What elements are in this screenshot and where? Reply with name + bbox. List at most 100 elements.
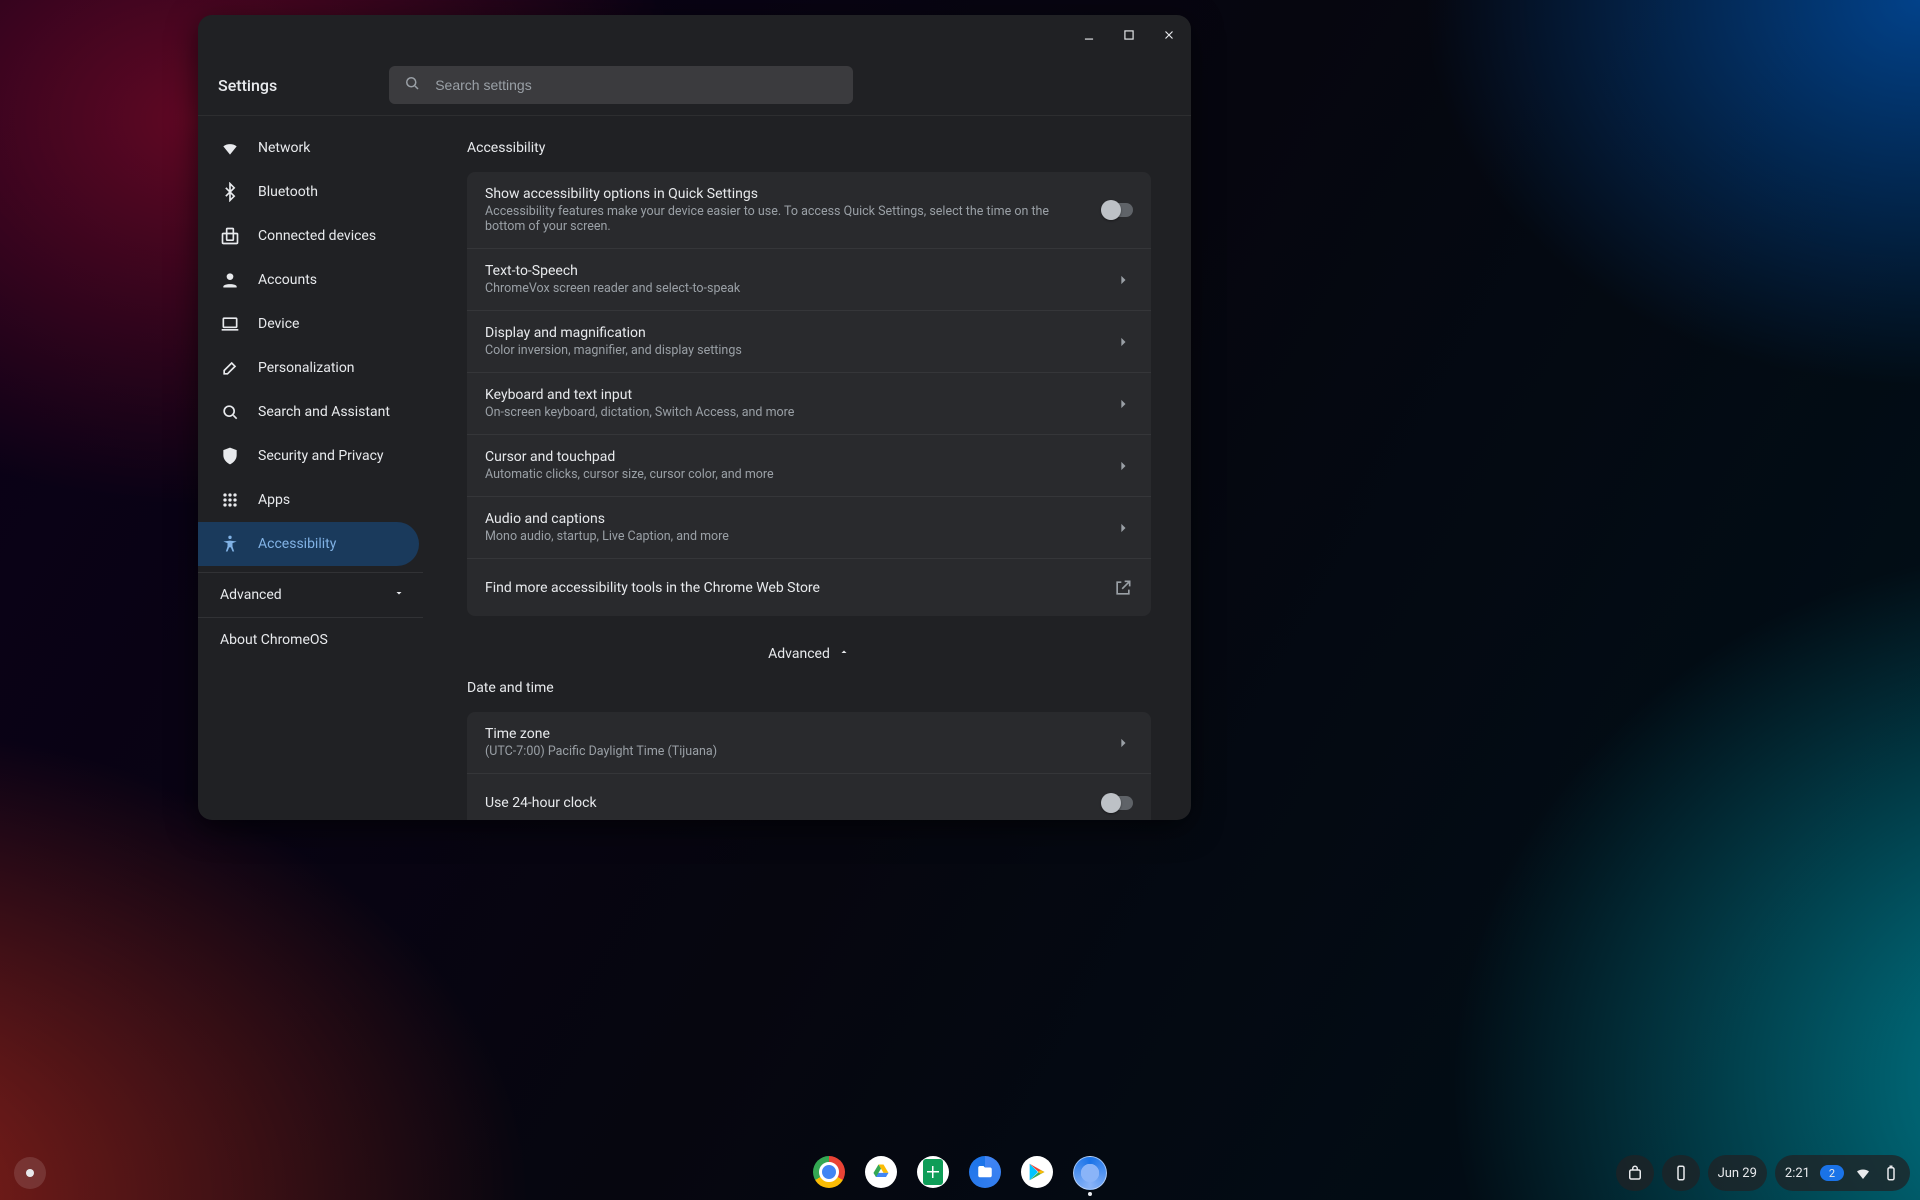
sidebar-advanced-toggle[interactable]: Advanced [198,572,423,617]
datetime-card: Time zone (UTC-7:00) Pacific Daylight Ti… [467,712,1151,820]
close-button[interactable] [1155,21,1183,49]
system-tray: Jun 29 2:21 2 [1616,1155,1910,1191]
shelf-apps [813,1156,1107,1190]
advanced-label: Advanced [768,646,830,662]
row-secondary: (UTC-7:00) Pacific Daylight Time (Tijuan… [485,744,717,759]
apps-icon [220,490,240,510]
sidebar-item-label: Accessibility [258,536,336,552]
row-secondary: On-screen keyboard, dictation, Switch Ac… [485,405,794,420]
sidebar-item-apps[interactable]: Apps [198,478,419,522]
section-title-accessibility: Accessibility [467,140,1151,156]
app-google-drive[interactable] [865,1156,897,1188]
row-show-accessibility-quick-settings: Show accessibility options in Quick Sett… [467,172,1151,248]
row-primary: Use 24-hour clock [485,795,597,811]
row-primary: Keyboard and text input [485,387,794,403]
sidebar-item-device[interactable]: Device [198,302,419,346]
launcher-button[interactable] [14,1157,46,1189]
row-secondary: Color inversion, magnifier, and display … [485,343,742,358]
wifi-icon [220,138,240,158]
search-icon [403,74,421,96]
notification-badge: 2 [1820,1165,1844,1181]
row-primary: Show accessibility options in Quick Sett… [485,186,1091,202]
sidebar-item-label: Connected devices [258,228,376,244]
sidebar-item-personalization[interactable]: Personalization [198,346,419,390]
sidebar-item-label: Device [258,316,299,332]
row-primary: Find more accessibility tools in the Chr… [485,580,820,596]
row-chrome-web-store-link[interactable]: Find more accessibility tools in the Chr… [467,558,1151,616]
battery-icon [1882,1164,1900,1182]
row-primary: Text-to-Speech [485,263,740,279]
sidebar-item-bluetooth[interactable]: Bluetooth [198,170,419,214]
chevron-right-icon [1113,394,1133,414]
page-title: Settings [218,76,277,95]
bluetooth-icon [220,182,240,202]
sidebar-about-label: About ChromeOS [220,632,328,648]
sidebar-item-search-assistant[interactable]: Search and Assistant [198,390,419,434]
content-advanced-toggle[interactable]: Advanced [768,646,850,662]
row-24-hour-clock: Use 24-hour clock [467,773,1151,820]
sidebar-item-about-chromeos[interactable]: About ChromeOS [198,617,423,662]
wifi-icon [1854,1164,1872,1182]
chevron-down-icon [393,587,405,603]
toggle-24-hour-clock[interactable] [1103,796,1133,810]
app-files[interactable] [969,1156,1001,1188]
tray-date[interactable]: Jun 29 [1708,1155,1767,1191]
row-primary: Display and magnification [485,325,742,341]
tray-phone-hub-button[interactable] [1662,1155,1700,1191]
app-play-store[interactable] [1021,1156,1053,1188]
search-icon [220,402,240,422]
tray-tote-button[interactable] [1616,1155,1654,1191]
toggle-show-accessibility-quick-settings[interactable] [1103,203,1133,217]
tote-icon [1626,1164,1644,1182]
sidebar-item-label: Apps [258,492,290,508]
brush-icon [220,358,240,378]
external-link-icon [1113,578,1133,598]
chevron-right-icon [1113,518,1133,538]
tray-status-area[interactable]: 2:21 2 [1775,1155,1910,1191]
sidebar: Network Bluetooth Connected devices Acco… [198,116,423,820]
row-time-zone[interactable]: Time zone (UTC-7:00) Pacific Daylight Ti… [467,712,1151,773]
minimize-button[interactable] [1075,21,1103,49]
sidebar-item-label: Bluetooth [258,184,318,200]
tray-date-text: Jun 29 [1718,1166,1757,1181]
row-text-to-speech[interactable]: Text-to-Speech ChromeVox screen reader a… [467,248,1151,310]
app-google-sheets[interactable] [917,1156,949,1188]
row-display-magnification[interactable]: Display and magnification Color inversio… [467,310,1151,372]
sidebar-item-label: Accounts [258,272,317,288]
section-title-datetime: Date and time [467,680,1151,696]
maximize-button[interactable] [1115,21,1143,49]
row-secondary: ChromeVox screen reader and select-to-sp… [485,281,740,296]
row-secondary: Accessibility features make your device … [485,204,1091,234]
tray-time-text: 2:21 [1785,1166,1810,1181]
row-keyboard-text-input[interactable]: Keyboard and text input On-screen keyboa… [467,372,1151,434]
laptop-icon [220,314,240,334]
sidebar-item-accounts[interactable]: Accounts [198,258,419,302]
devices-icon [220,226,240,246]
row-audio-captions[interactable]: Audio and captions Mono audio, startup, … [467,496,1151,558]
chevron-right-icon [1113,733,1133,753]
row-primary: Audio and captions [485,511,729,527]
chevron-right-icon [1113,332,1133,352]
sidebar-item-accessibility[interactable]: Accessibility [198,522,419,566]
sidebar-item-connected-devices[interactable]: Connected devices [198,214,419,258]
search-input[interactable] [433,76,839,94]
window-titlebar [198,15,1191,55]
sidebar-item-security-privacy[interactable]: Security and Privacy [198,434,419,478]
row-primary: Time zone [485,726,717,742]
phone-icon [1672,1164,1690,1182]
window-header: Settings [198,55,1191,116]
accessibility-icon [220,534,240,554]
row-secondary: Mono audio, startup, Live Caption, and m… [485,529,729,544]
window-body: Network Bluetooth Connected devices Acco… [198,116,1191,820]
sidebar-item-label: Search and Assistant [258,404,390,420]
sidebar-item-network[interactable]: Network [198,126,419,170]
row-cursor-touchpad[interactable]: Cursor and touchpad Automatic clicks, cu… [467,434,1151,496]
launcher-icon [26,1169,34,1177]
sidebar-item-label: Personalization [258,360,355,376]
app-chrome[interactable] [813,1156,845,1188]
app-settings[interactable] [1073,1156,1107,1190]
settings-window: Settings Network Bluetooth Connected dev… [198,15,1191,820]
search-box[interactable] [389,66,853,104]
shield-icon [220,446,240,466]
row-secondary: Automatic clicks, cursor size, cursor co… [485,467,774,482]
